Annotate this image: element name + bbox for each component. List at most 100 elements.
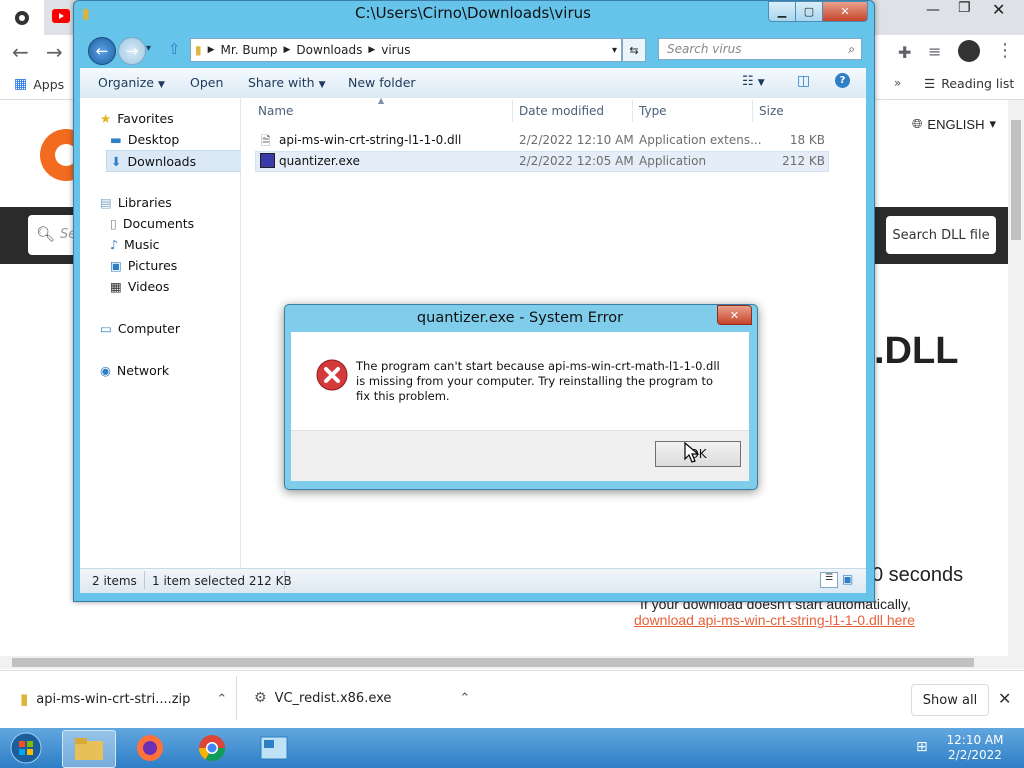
recent-pages-chevron-icon[interactable]: ▾ xyxy=(146,43,151,54)
status-divider xyxy=(284,571,285,589)
network-icon: ◉ xyxy=(100,362,111,378)
search-icon: ⌕ xyxy=(848,41,855,56)
download-divider xyxy=(236,676,237,720)
more-bookmarks-icon[interactable]: » xyxy=(894,76,901,90)
up-folder-icon[interactable]: ⇧ xyxy=(168,40,181,58)
download-item-zip[interactable]: ▮ api-ms-win-crt-stri....zip ⌃ xyxy=(20,690,227,708)
page-hscroll-thumb[interactable] xyxy=(12,658,974,667)
column-name[interactable]: Name xyxy=(258,104,293,118)
table-row[interactable]: 🗎︎ api-ms-win-crt-string-l1-1-0.dll 2/2/… xyxy=(255,130,829,151)
minimize-button[interactable]: ▁ xyxy=(768,1,796,22)
breadcrumb-downloads[interactable]: Downloads xyxy=(296,43,362,57)
details-view-icon[interactable]: ☰ xyxy=(820,572,838,588)
avatar[interactable] xyxy=(958,40,980,62)
network-tray-icon[interactable]: ⊞ xyxy=(916,739,928,755)
start-button[interactable] xyxy=(6,730,46,766)
address-bar[interactable]: ▮ ▶ Mr. Bump ▶ Downloads ▶ virus ▾ xyxy=(190,38,622,62)
nav-downloads[interactable]: ⬇ Downloads xyxy=(106,150,242,172)
search-dll-button[interactable]: Search DLL file xyxy=(886,216,996,254)
view-options-icon[interactable]: ☷ ▼ xyxy=(742,74,765,89)
language-selector[interactable]: 🌐︎ ENGLISH ▾ xyxy=(912,116,996,132)
youtube-tab-icon[interactable] xyxy=(52,9,70,26)
browser-minimize-icon[interactable]: — xyxy=(926,2,940,18)
browser-close-icon[interactable]: ✕ xyxy=(992,0,1005,19)
column-divider[interactable] xyxy=(752,100,753,122)
folder-search-input[interactable]: Search virus ⌕ xyxy=(658,38,862,60)
show-all-button[interactable]: Show all xyxy=(911,684,989,716)
address-folder-icon: ▮ xyxy=(195,43,202,57)
taskbar-app[interactable] xyxy=(248,730,300,766)
apps-bookmark[interactable]: ▦ Apps xyxy=(14,76,64,92)
browser-restore-icon[interactable]: ❐ xyxy=(958,0,971,16)
back-icon[interactable]: ← xyxy=(12,40,29,64)
taskbar-explorer[interactable] xyxy=(62,730,116,768)
reading-list-button[interactable]: ☰ Reading list xyxy=(924,76,1014,91)
column-divider[interactable] xyxy=(632,100,633,122)
exe-file-icon xyxy=(260,153,275,168)
breadcrumb-sep-icon: ▶ xyxy=(368,45,376,55)
nav-favorites[interactable]: ★ Favorites xyxy=(100,108,174,128)
window-app-icon xyxy=(260,736,288,760)
column-divider[interactable] xyxy=(512,100,513,122)
extensions-icon[interactable]: ✚ xyxy=(898,43,911,62)
music-icon: ♪ xyxy=(110,236,118,252)
chrome-icon xyxy=(198,735,226,762)
reading-list-icon: ☰ xyxy=(924,76,936,91)
nav-forward-button[interactable]: → xyxy=(118,37,146,65)
nav-computer[interactable]: ▭ Computer xyxy=(100,318,180,338)
column-date-modified[interactable]: Date modified xyxy=(519,104,604,118)
maximize-button[interactable]: ▢ xyxy=(795,1,823,22)
nav-network[interactable]: ◉ Network xyxy=(100,360,169,380)
nav-back-button[interactable]: ← xyxy=(88,37,116,65)
nav-pictures[interactable]: ▣ Pictures xyxy=(110,255,177,275)
page-vscroll[interactable] xyxy=(1008,100,1024,656)
chevron-down-icon: ▼ xyxy=(318,80,326,90)
media-icon[interactable]: ≡ xyxy=(928,42,941,61)
forward-icon[interactable]: → xyxy=(46,40,63,64)
chevron-down-icon: ▼ xyxy=(157,80,165,90)
zip-file-icon: ▮ xyxy=(20,690,29,708)
taskbar-chrome[interactable] xyxy=(186,730,238,766)
installer-icon: ⚙ xyxy=(254,690,267,706)
nav-videos[interactable]: ▦ Videos xyxy=(110,276,169,296)
new-folder-button[interactable]: New folder xyxy=(348,75,416,90)
chevron-up-icon[interactable]: ⌃ xyxy=(216,692,227,707)
page-vscroll-thumb[interactable] xyxy=(1011,120,1021,240)
organize-menu[interactable]: Organize ▼ xyxy=(98,75,165,90)
refresh-button[interactable]: ⇆ xyxy=(622,38,646,62)
videos-icon: ▦ xyxy=(110,278,122,294)
large-icons-view-icon[interactable]: ▣ xyxy=(842,572,853,586)
breadcrumb-mr-bump[interactable]: Mr. Bump xyxy=(221,43,278,57)
share-with-menu[interactable]: Share with ▼ xyxy=(248,75,325,90)
nav-music[interactable]: ♪ Music xyxy=(110,234,160,254)
browser-tab-dll[interactable] xyxy=(0,0,44,35)
nav-libraries[interactable]: ▤ Libraries xyxy=(100,192,172,212)
globe-icon: 🌐︎ xyxy=(912,116,923,131)
close-button[interactable]: ✕ xyxy=(822,1,868,22)
breadcrumb-virus[interactable]: virus xyxy=(381,43,410,57)
table-row[interactable]: quantizer.exe 2/2/2022 12:05 AM Applicat… xyxy=(255,151,829,172)
column-type[interactable]: Type xyxy=(639,104,667,118)
address-dropdown-icon[interactable]: ▾ xyxy=(612,45,617,56)
nav-documents[interactable]: ▯ Documents xyxy=(110,213,194,233)
breadcrumb-sep-icon: ▶ xyxy=(283,45,291,55)
menu-icon[interactable]: ⋮ xyxy=(996,40,1014,61)
taskbar-firefox[interactable] xyxy=(124,730,176,766)
downloads-folder-icon: ⬇ xyxy=(111,153,122,169)
download-item-exe[interactable]: ⚙ VC_redist.x86.exe ⌃ xyxy=(254,690,470,706)
close-icon: ✕ xyxy=(729,308,740,322)
column-size[interactable]: Size xyxy=(759,104,784,118)
download-link[interactable]: download api-ms-win-crt-string-l1-1-0.dl… xyxy=(634,612,915,628)
search-icon: 🔍︎ xyxy=(36,225,56,243)
chevron-up-icon[interactable]: ⌃ xyxy=(459,691,470,706)
maximize-icon: ▢ xyxy=(803,5,815,18)
status-item-count: 2 items xyxy=(92,574,137,588)
close-downloads-icon[interactable]: ✕ xyxy=(998,689,1011,708)
taskbar-clock[interactable]: 12:10 AM 2/2/2022 xyxy=(938,733,1012,763)
help-icon[interactable]: ? xyxy=(835,73,850,88)
preview-pane-icon[interactable]: ◫ xyxy=(797,73,810,89)
nav-desktop[interactable]: ▬ Desktop xyxy=(110,129,179,149)
dialog-message: The program can't start because api-ms-w… xyxy=(356,359,720,403)
dialog-close-button[interactable]: ✕ xyxy=(717,305,752,325)
open-button[interactable]: Open xyxy=(190,75,223,90)
